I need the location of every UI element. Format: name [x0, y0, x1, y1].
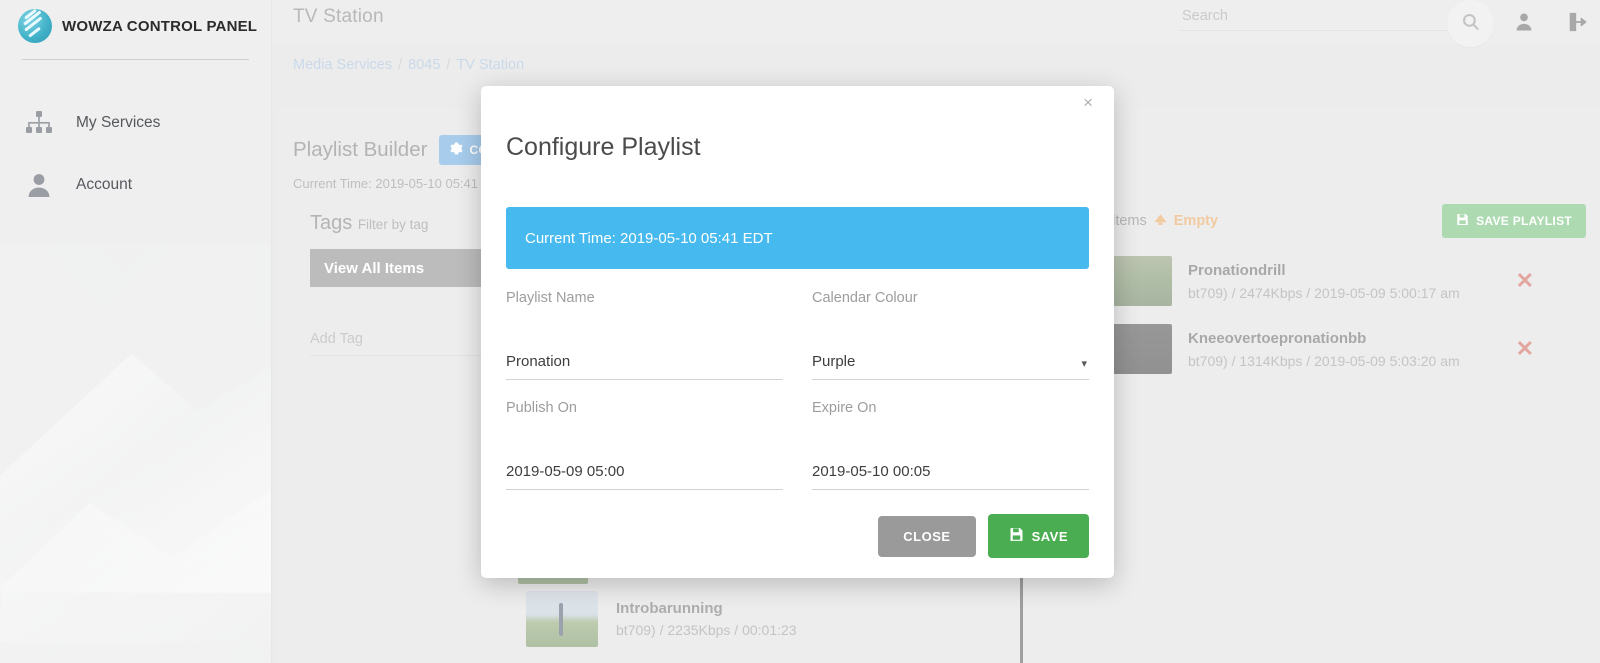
calendar-colour-label: Calendar Colour	[812, 290, 918, 306]
sitemap-icon	[22, 106, 56, 140]
modal-footer: CLOSE SAVE	[878, 514, 1089, 558]
modal-title: Configure Playlist	[506, 133, 701, 161]
calendar-colour-value: Purple	[812, 353, 856, 370]
floppy-disk-icon	[1009, 527, 1024, 545]
playlist-name-field: Playlist Name Pronation	[506, 286, 783, 380]
save-button-label: SAVE	[1031, 528, 1068, 544]
configure-playlist-modal: × Configure Playlist Current Time: 2019-…	[481, 86, 1114, 578]
sidebar-nav: My Services Account	[0, 92, 271, 216]
sidebar-item-label: My Services	[76, 114, 161, 131]
current-time-banner: Current Time: 2019-05-10 05:41 EDT	[506, 207, 1089, 269]
playlist-name-label: Playlist Name	[506, 290, 595, 306]
playlist-name-input[interactable]: Pronation	[506, 353, 783, 380]
close-icon[interactable]: ×	[1083, 93, 1093, 113]
expire-on-label: Expire On	[812, 400, 877, 416]
expire-on-field: Expire On 2019-05-10 00:05	[812, 380, 1089, 490]
close-button[interactable]: CLOSE	[878, 515, 976, 557]
app-root: WOWZA CONTROL PANEL My Services Account …	[0, 0, 1600, 663]
sidebar-divider	[22, 59, 249, 60]
expire-on-input[interactable]: 2019-05-10 00:05	[812, 463, 1089, 490]
wowza-logo-icon	[18, 9, 52, 43]
sidebar-item-my-services[interactable]: My Services	[0, 92, 271, 154]
publish-on-field: Publish On 2019-05-09 05:00	[506, 380, 783, 490]
save-button[interactable]: SAVE	[987, 514, 1089, 558]
brand-title: WOWZA CONTROL PANEL	[62, 17, 258, 35]
modal-form: Playlist Name Pronation Calendar Colour …	[506, 286, 1089, 490]
person-icon	[22, 168, 56, 202]
calendar-colour-select[interactable]: Purple ▾	[812, 353, 1089, 380]
publish-on-label: Publish On	[506, 400, 577, 416]
brand[interactable]: WOWZA CONTROL PANEL	[0, 0, 271, 52]
sidebar-item-account[interactable]: Account	[0, 154, 271, 216]
chevron-down-icon: ▾	[1081, 358, 1087, 370]
sidebar-item-label: Account	[76, 176, 133, 193]
publish-on-input[interactable]: 2019-05-09 05:00	[506, 463, 783, 490]
calendar-colour-field: Calendar Colour Purple ▾	[812, 286, 1089, 380]
